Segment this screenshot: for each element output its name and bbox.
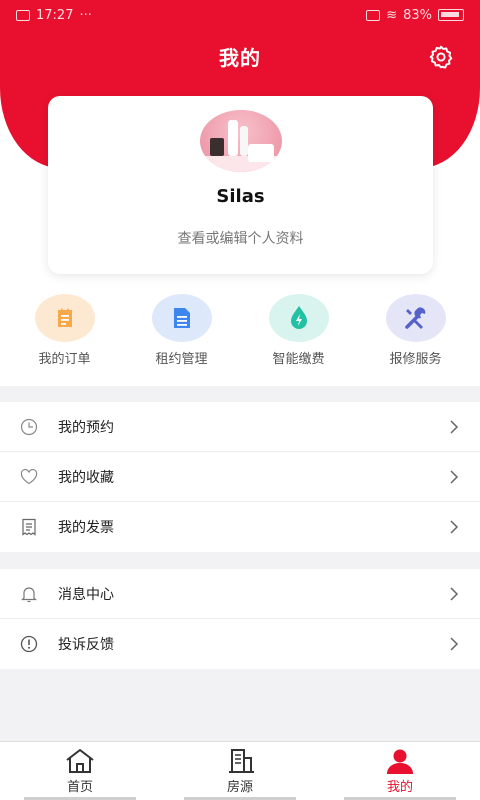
quick-action-repair[interactable]: 报修服务	[361, 294, 471, 386]
user-icon	[387, 749, 413, 774]
home-icon	[66, 749, 94, 773]
avatar[interactable]	[200, 110, 282, 172]
menu-group-account: 我的预约 我的收藏 我的发票	[0, 402, 480, 552]
quick-action-label: 报修服务	[389, 352, 442, 367]
menu-item-label: 我的发票	[58, 520, 114, 536]
quick-action-payment[interactable]: 智能缴费	[244, 294, 354, 386]
status-time: 17:27	[36, 7, 74, 23]
tab-label: 首页	[66, 780, 93, 795]
quick-action-label: 我的订单	[38, 352, 91, 367]
menu-item-label: 我的预约	[58, 419, 114, 436]
gear-icon[interactable]	[428, 44, 454, 70]
menu-item-label: 消息中心	[58, 586, 114, 603]
profile-card[interactable]: Silas 查看或编辑个人资料	[48, 96, 433, 274]
battery-icon	[438, 9, 464, 21]
edit-profile-link[interactable]: 查看或编辑个人资料	[48, 228, 433, 248]
menu-item-favorites[interactable]: 我的收藏	[0, 452, 480, 502]
receipt-icon	[20, 518, 38, 536]
quick-action-label: 租约管理	[155, 352, 208, 367]
tab-home[interactable]: 首页	[0, 742, 160, 800]
clock-icon	[20, 418, 38, 436]
menu-item-feedback[interactable]: 投诉反馈	[0, 619, 480, 669]
tab-listings[interactable]: 房源	[160, 742, 320, 800]
quick-action-lease[interactable]: 租约管理	[127, 294, 237, 386]
chevron-right-icon	[450, 637, 459, 651]
tab-label: 我的	[386, 780, 413, 795]
notification-dots-icon: ···	[79, 7, 92, 23]
page-title: 我的	[219, 45, 261, 70]
signal-icon	[16, 9, 30, 21]
bottom-tab-bar: 首页 房源 我的	[0, 741, 480, 800]
chevron-right-icon	[450, 419, 459, 434]
alert-icon	[20, 635, 38, 653]
alarm-icon	[366, 9, 381, 21]
chevron-right-icon	[450, 469, 459, 484]
tab-mine[interactable]: 我的	[320, 742, 480, 800]
heart-icon	[20, 468, 38, 486]
building-icon	[229, 749, 254, 773]
battery-percent: 83%	[403, 7, 432, 23]
menu-item-messages[interactable]: 消息中心	[0, 569, 480, 619]
title-bar: 我的	[0, 36, 480, 76]
tab-label: 房源	[226, 780, 253, 795]
bell-icon	[20, 585, 38, 603]
status-bar: 17:27 ··· ≋ 83%	[0, 0, 480, 30]
menu-item-label: 我的收藏	[58, 469, 114, 486]
quick-actions: 我的订单 租约管理 智能缴费 报修服务	[0, 282, 480, 386]
repair-tools-icon	[385, 294, 446, 342]
quick-action-label: 智能缴费	[272, 352, 325, 367]
menu-group-support: 消息中心 投诉反馈	[0, 569, 480, 669]
quick-action-orders[interactable]: 我的订单	[10, 294, 120, 386]
menu-item-label: 投诉反馈	[58, 637, 114, 653]
chevron-right-icon	[450, 520, 459, 534]
username: Silas	[216, 186, 265, 207]
menu-item-appointments[interactable]: 我的预约	[0, 402, 480, 452]
order-icon	[34, 294, 95, 342]
wifi-icon: ≋	[386, 7, 398, 23]
document-icon	[151, 294, 212, 342]
menu-item-invoices[interactable]: 我的发票	[0, 502, 480, 552]
chevron-right-icon	[450, 586, 459, 601]
water-drop-icon	[268, 294, 329, 342]
